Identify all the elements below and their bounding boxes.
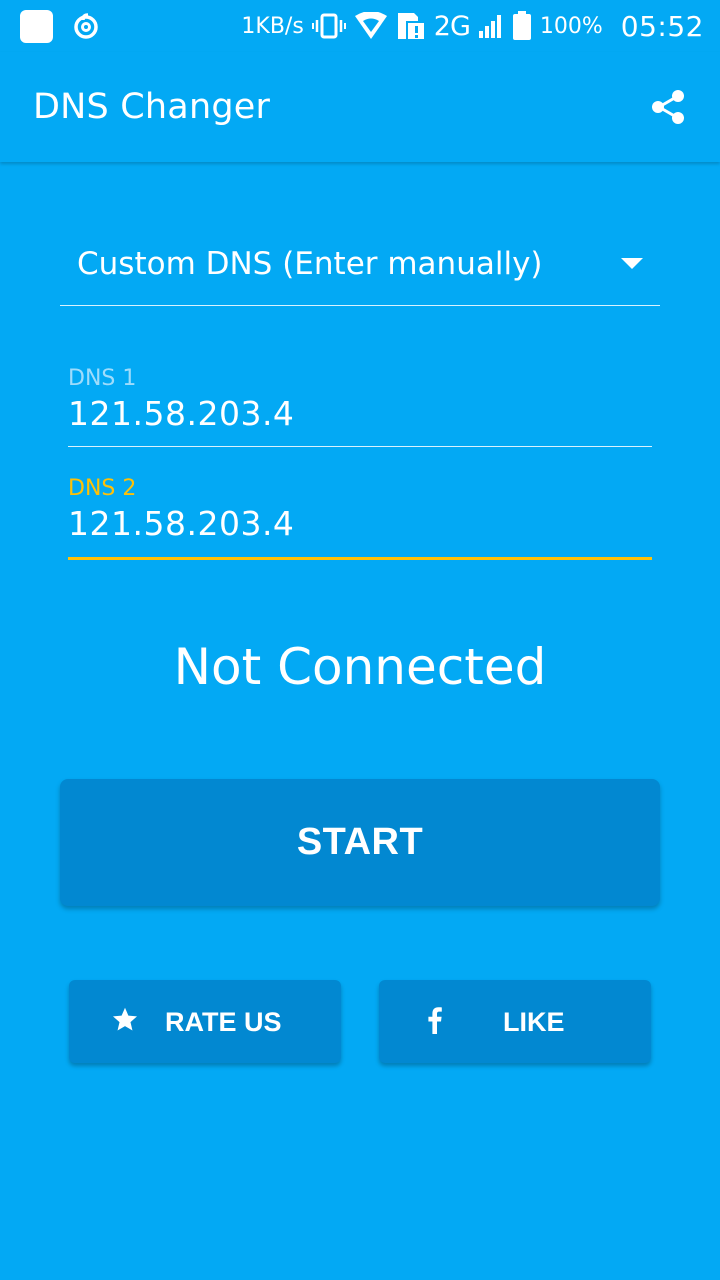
rate-us-button[interactable]: RATE US [69,980,341,1063]
vibrate-icon [311,13,346,39]
dns1-field: DNS 1 [68,366,652,447]
like-label: LIKE [503,1007,565,1037]
dns-provider-dropdown[interactable]: Custom DNS (Enter manually) [60,230,660,306]
net-speed: 1KB/s [241,13,304,39]
dns1-input[interactable] [68,391,652,435]
share-button[interactable] [644,83,692,131]
connection-status: Not Connected [173,638,547,696]
app-toolbar: DNS Changer [0,52,720,162]
battery-percent: 100% [539,13,603,39]
like-button[interactable]: LIKE [379,980,651,1063]
start-button[interactable]: START [60,779,660,906]
dropdown-arrow-icon [621,258,643,269]
facebook-icon [425,1006,443,1034]
dns1-label: DNS 1 [68,366,137,391]
star-icon [111,1006,139,1034]
dns2-input[interactable] [68,501,652,545]
sim-alert-icon [397,13,424,39]
dns2-label: DNS 2 [68,476,137,501]
battery-icon [512,11,531,40]
clock: 05:52 [620,9,704,43]
netease-music-icon [74,13,98,39]
dns2-field: DNS 2 [68,476,652,560]
status-bar: 1KB/s 2G 100% 05:52 [0,0,720,52]
wifi-icon [354,12,387,39]
notification-app-icon [20,9,53,43]
signal-icon [478,15,501,38]
network-type: 2G [433,10,471,42]
app-title: DNS Changer [33,87,271,127]
share-icon [652,90,684,124]
rate-us-label: RATE US [165,1007,282,1037]
dns-provider-selected: Custom DNS (Enter manually) [77,246,543,282]
